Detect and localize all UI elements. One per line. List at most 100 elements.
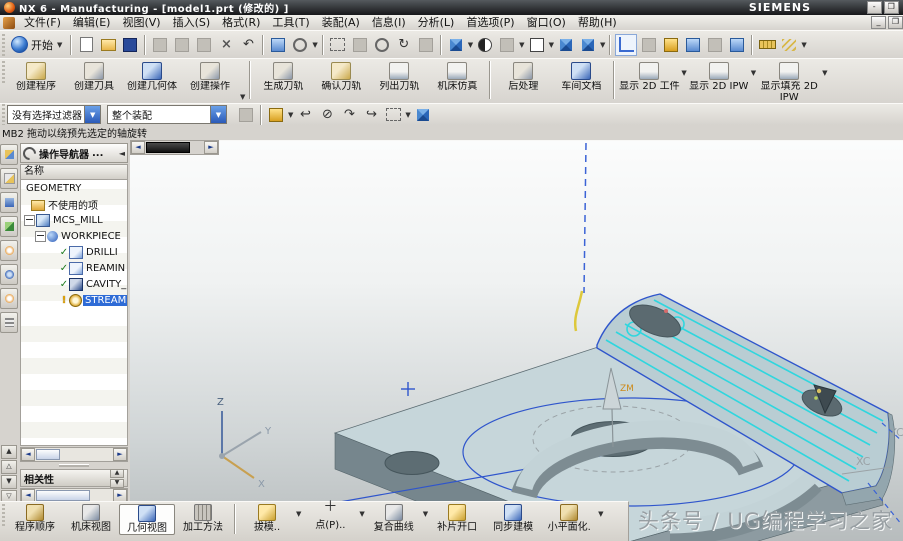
display-filled-2d-ipw-button[interactable]: 显示填充 2D IPW xyxy=(757,61,821,103)
verify-toolpath-button[interactable]: 确认刀轨 xyxy=(312,61,370,103)
chevron-down-icon[interactable]: ▼ xyxy=(681,69,686,77)
create-geometry-button[interactable]: 创建几何体 xyxy=(123,61,181,103)
csys-dynamics-icon[interactable] xyxy=(615,34,637,56)
chevron-down-icon[interactable]: ▼ xyxy=(822,69,827,77)
chevron-down-icon[interactable]: ▼ xyxy=(519,41,524,49)
geometry-view-button[interactable]: 几何视图 xyxy=(119,504,175,535)
view-popup-icon[interactable] xyxy=(578,35,598,55)
menu-tools[interactable]: 工具(T) xyxy=(266,15,315,30)
start-menu-button[interactable]: 开始 ▼ xyxy=(7,34,67,56)
render-style-icon[interactable] xyxy=(475,35,495,55)
postprocess-button[interactable]: 后处理 xyxy=(494,61,552,103)
tree-row-drilling[interactable]: ✓ DRILLI xyxy=(21,244,127,260)
chevron-down-icon[interactable]: ▼ xyxy=(751,69,756,77)
paste-icon[interactable] xyxy=(194,35,214,55)
scroll-right-icon[interactable]: ► xyxy=(113,448,127,461)
generate-toolpath-button[interactable]: 生成刀轨 xyxy=(254,61,312,103)
scroll-right-icon[interactable]: ► xyxy=(204,141,218,154)
tree-row-geometry[interactable]: GEOMETRY xyxy=(21,180,127,196)
scroll-down-icon[interactable]: ▼ xyxy=(1,475,17,489)
constraints-icon[interactable] xyxy=(639,35,659,55)
dependencies-header[interactable]: 相关性 ▲ ▼ xyxy=(20,469,128,487)
create-operation-button[interactable]: 创建操作 xyxy=(181,61,239,103)
menu-file[interactable]: 文件(F) xyxy=(18,15,67,30)
new-icon[interactable] xyxy=(76,35,96,55)
chevron-down-icon[interactable]: ▼ xyxy=(405,111,410,119)
scroll-up-icon[interactable]: ▲ xyxy=(1,445,17,459)
work-cube-icon[interactable] xyxy=(413,105,433,125)
undo-icon[interactable]: ↶ xyxy=(238,35,258,55)
operation-navigator-icon[interactable] xyxy=(0,192,18,213)
fit-view-icon[interactable] xyxy=(328,35,348,55)
collapse-node-icon[interactable] xyxy=(35,231,46,242)
panel-splitter[interactable] xyxy=(18,463,130,467)
chevron-down-icon[interactable]: ▼ xyxy=(359,510,364,518)
tree-horizontal-scrollbar[interactable]: ◄ ► xyxy=(20,447,128,462)
no-selection-icon[interactable]: ⊘ xyxy=(317,105,337,125)
expand-up-icon[interactable]: ▲ xyxy=(110,469,124,478)
tree-row-streamline-selected[interactable]: ! STREAM xyxy=(21,292,127,308)
shaded-view-icon[interactable] xyxy=(446,35,466,55)
menu-help[interactable]: 帮助(H) xyxy=(572,15,623,30)
open-icon[interactable] xyxy=(98,35,118,55)
doc-minimize-button[interactable]: _ xyxy=(871,16,886,29)
chevron-down-icon[interactable]: ▼ xyxy=(296,510,301,518)
doc-restore-button[interactable]: ❐ xyxy=(888,16,903,29)
view-section-icon[interactable] xyxy=(497,35,517,55)
viewport-horizontal-scrollbar[interactable]: ◄ ► xyxy=(130,140,219,155)
draft-button[interactable]: 拔模.. xyxy=(239,504,295,533)
assembly-navigator-icon[interactable] xyxy=(0,144,18,165)
reuse-library-icon[interactable] xyxy=(0,240,18,261)
background-icon[interactable] xyxy=(527,35,547,55)
tree-row-reaming[interactable]: ✓ REAMIN xyxy=(21,260,127,276)
chevron-down-icon[interactable]: ▼ xyxy=(801,41,806,49)
orient-view-icon[interactable] xyxy=(556,35,576,55)
highlight-star-icon[interactable] xyxy=(266,105,286,125)
orbit-icon[interactable]: ↷ xyxy=(339,105,359,125)
display-2d-ipw-button[interactable]: 显示 2D IPW xyxy=(688,61,750,103)
menu-window[interactable]: 窗口(O) xyxy=(521,15,572,30)
search-icon[interactable] xyxy=(290,35,310,55)
move-component-icon[interactable] xyxy=(661,35,681,55)
scroll-left-icon[interactable]: ◄ xyxy=(131,141,145,154)
menu-assemblies[interactable]: 装配(A) xyxy=(316,15,366,30)
navigator-header[interactable]: 操作导航器 ... ◄ xyxy=(20,143,128,163)
copy-icon[interactable] xyxy=(172,35,192,55)
assembly-constraints-icon[interactable] xyxy=(683,35,703,55)
synchronous-modeling-button[interactable]: 同步建模 xyxy=(485,504,541,533)
chevron-down-icon[interactable]: ▼ xyxy=(240,93,245,101)
select-cursor-icon[interactable] xyxy=(705,35,725,55)
restore-button[interactable]: ❐ xyxy=(884,1,899,14)
menu-information[interactable]: 信息(I) xyxy=(366,15,412,30)
save-icon[interactable] xyxy=(120,35,140,55)
graphics-viewport[interactable]: ZM Z Y X XC YC xyxy=(130,140,903,541)
history-icon[interactable] xyxy=(0,288,18,309)
chevron-down-icon[interactable]: ▼ xyxy=(423,510,428,518)
collapse-node-icon[interactable] xyxy=(24,215,35,226)
rectangle-select-icon[interactable] xyxy=(383,105,403,125)
menu-edit[interactable]: 编辑(E) xyxy=(67,15,117,30)
chevron-down-icon[interactable]: ▼ xyxy=(312,41,317,49)
point-button[interactable]: 点(P).. xyxy=(302,504,358,531)
measure-icon[interactable] xyxy=(757,35,777,55)
selection-filter-dropdown[interactable]: 没有选择过滤器 ▼ xyxy=(7,105,101,124)
chevron-down-icon[interactable]: ▼ xyxy=(598,510,603,518)
facet-body-button[interactable]: 小平面化. xyxy=(541,504,597,533)
cut-icon[interactable] xyxy=(150,35,170,55)
patch-opening-button[interactable]: 补片开口 xyxy=(429,504,485,533)
expand-down-icon[interactable]: ▼ xyxy=(110,479,124,488)
program-order-view-button[interactable]: 程序顺序 xyxy=(7,504,63,533)
minimize-button[interactable]: - xyxy=(867,1,882,14)
zoom-icon[interactable] xyxy=(372,35,392,55)
rotate-hand-icon[interactable]: ↪ xyxy=(361,105,381,125)
constraint-navigator-icon[interactable] xyxy=(0,168,18,189)
palette-icon[interactable] xyxy=(0,312,18,333)
machine-simulation-button[interactable]: 机床仿真 xyxy=(428,61,486,103)
shop-documentation-button[interactable]: 车间文档 xyxy=(552,61,610,103)
rotate-view-icon[interactable]: ↻ xyxy=(394,35,414,55)
menu-view[interactable]: 视图(V) xyxy=(116,15,166,30)
composite-curve-button[interactable]: 复合曲线 xyxy=(366,504,422,533)
tree-row-mcs-mill[interactable]: MCS_MILL xyxy=(21,212,127,228)
tree-row-cavity[interactable]: ✓ CAVITY_ xyxy=(21,276,127,292)
display-2d-workpiece-button[interactable]: 显示 2D 工件 xyxy=(618,61,680,103)
